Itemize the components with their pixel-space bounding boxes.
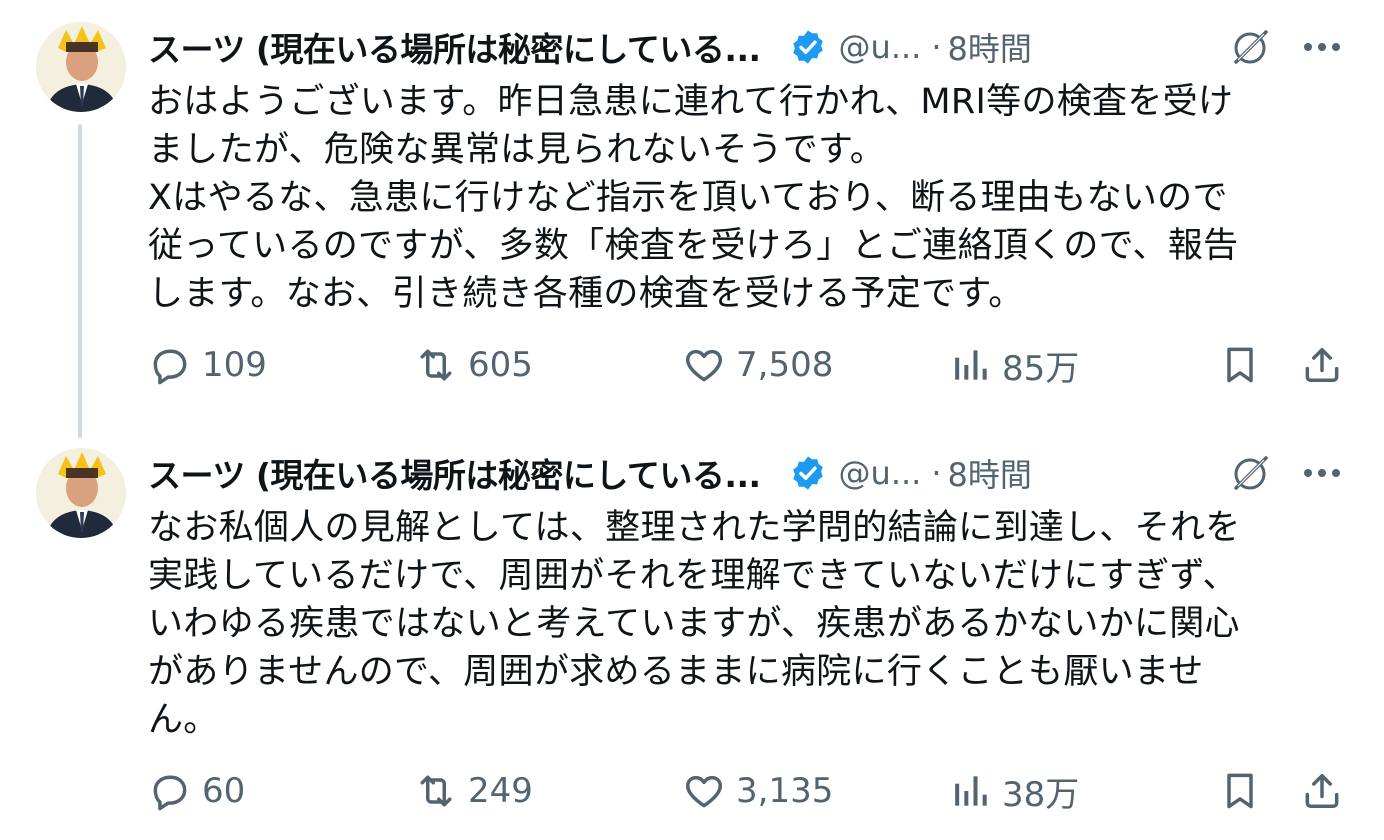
share-button[interactable] <box>1300 766 1344 816</box>
bookmark-icon <box>1227 347 1253 383</box>
avatar[interactable] <box>36 22 126 112</box>
bookmark-button[interactable] <box>1218 340 1262 390</box>
tweet-1[interactable]: スーツ (現在いる場所は秘密にしている... @u... · 8時間 おはようご… <box>0 0 1384 438</box>
views-bars-icon <box>955 776 987 806</box>
like-count: 7,508 <box>736 345 834 385</box>
views-button[interactable]: 85万 <box>948 340 1079 390</box>
timestamp[interactable]: 8時間 <box>948 450 1032 496</box>
repost-count: 605 <box>468 345 533 385</box>
views-bars-icon <box>955 350 987 380</box>
reply-bubble-icon <box>153 775 187 811</box>
tweet-header: スーツ (現在いる場所は秘密にしている... @u... · 8時間 <box>148 22 1358 72</box>
action-bar: 109 605 7,508 85万 <box>148 340 1348 390</box>
avatar[interactable] <box>36 448 126 538</box>
reply-count: 60 <box>202 771 246 811</box>
author-name[interactable]: スーツ (現在いる場所は秘密にしている... <box>148 23 761 71</box>
heart-icon <box>686 349 722 382</box>
verified-badge-icon[interactable] <box>789 28 827 66</box>
views-count: 85万 <box>1002 348 1080 389</box>
separator-dot: · <box>931 454 942 492</box>
like-button[interactable]: 3,135 <box>682 766 833 816</box>
tweet-text: おはようございます。昨日急患に連れて行かれ、MRI等の検査を受け ましたが、危険… <box>148 82 1239 314</box>
more-dots-icon[interactable] <box>1300 458 1344 488</box>
more-dots-icon[interactable] <box>1300 32 1344 62</box>
author-handle[interactable]: @u... <box>839 454 922 492</box>
reply-count: 109 <box>202 345 267 385</box>
views-count: 38万 <box>1002 774 1080 815</box>
like-button[interactable]: 7,508 <box>682 340 833 390</box>
repost-button[interactable]: 605 <box>414 340 533 390</box>
reply-button[interactable]: 109 <box>148 340 267 390</box>
share-icon <box>1305 774 1339 808</box>
tweet-2[interactable]: スーツ (現在いる場所は秘密にしている... @u... · 8時間 なお私個人… <box>0 426 1384 840</box>
share-button[interactable] <box>1300 340 1344 390</box>
bookmark-button[interactable] <box>1218 766 1262 816</box>
views-button[interactable]: 38万 <box>948 766 1079 816</box>
reply-bubble-icon <box>153 349 187 385</box>
thread-line <box>78 124 82 438</box>
separator-dot: · <box>931 28 942 66</box>
reply-button[interactable]: 60 <box>148 766 245 816</box>
author-handle[interactable]: @u... <box>839 28 922 66</box>
repost-count: 249 <box>468 771 533 811</box>
heart-icon <box>686 775 722 808</box>
repost-arrows-icon <box>420 775 452 807</box>
repost-button[interactable]: 249 <box>414 766 533 816</box>
grok-icon[interactable] <box>1230 28 1270 68</box>
timestamp[interactable]: 8時間 <box>948 24 1032 70</box>
bookmark-icon <box>1227 773 1253 809</box>
author-name[interactable]: スーツ (現在いる場所は秘密にしている... <box>148 449 761 497</box>
action-bar: 60 249 3,135 38万 <box>148 766 1348 816</box>
tweet-text: なお私個人の見解としては、整理された学問的結論に到達し、それを 実践しているだけ… <box>148 508 1241 740</box>
repost-arrows-icon <box>420 349 452 381</box>
like-count: 3,135 <box>736 771 834 811</box>
verified-badge-icon[interactable] <box>789 454 827 492</box>
tweet-header: スーツ (現在いる場所は秘密にしている... @u... · 8時間 <box>148 448 1358 498</box>
share-icon <box>1305 348 1339 382</box>
grok-icon[interactable] <box>1230 454 1270 494</box>
